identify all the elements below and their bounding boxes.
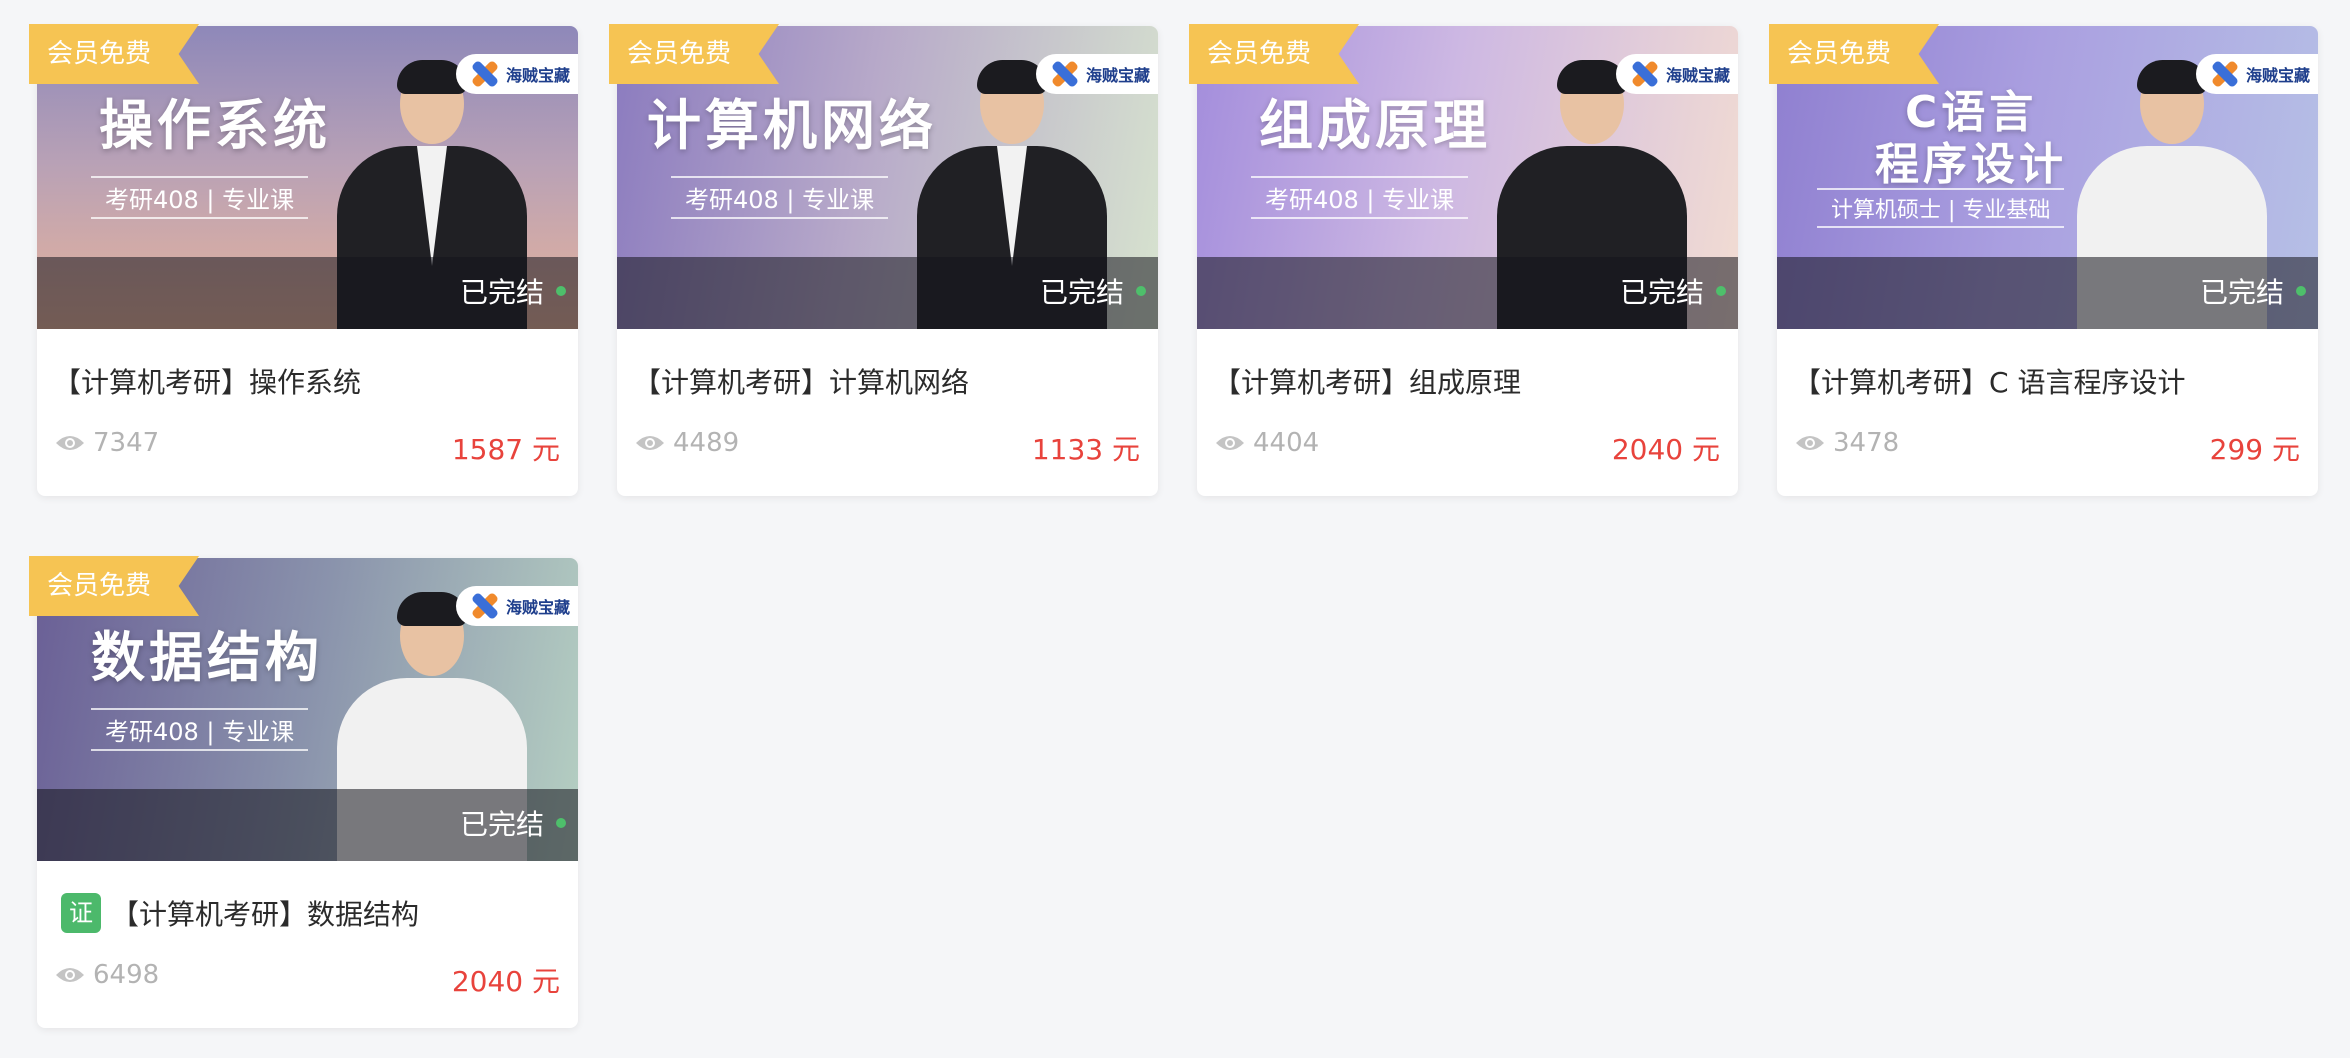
status-dot-icon (556, 818, 566, 828)
brand-logo-text: 海贼宝藏 (506, 66, 571, 85)
brand-logo-text: 海贼宝藏 (2246, 66, 2311, 85)
banner-subtitle: 考研408 | 专业课 (91, 708, 309, 751)
status-dot-icon (1716, 286, 1726, 296)
view-count-value: 3478 (1833, 428, 1900, 458)
view-count: 4489 (635, 428, 739, 458)
course-card-computer-networks[interactable]: 海贼宝藏 计算机网络 考研408 | 专业课 已完结 会员免费 【计算机考研】计… (609, 24, 1158, 496)
banner-subtitle: 考研408 | 专业课 (91, 176, 309, 219)
member-free-ribbon: 会员免费 (1769, 24, 1940, 84)
eye-icon (636, 436, 664, 450)
status-text: 已完结 (2199, 276, 2284, 309)
x-logo-mark-icon (468, 59, 502, 89)
eye-icon (56, 436, 84, 450)
status-bar: 已完结 (1197, 257, 1738, 329)
status-dot-icon (1136, 286, 1146, 296)
status-text: 已完结 (1619, 276, 1704, 309)
course-title-row[interactable]: 【计算机考研】计算机网络 (633, 361, 969, 401)
banner-title-line2: 程序设计 (1875, 139, 2067, 190)
status-bar: 已完结 (37, 789, 578, 861)
course-title[interactable]: 【计算机考研】组成原理 (1213, 361, 1521, 401)
course-title-row[interactable]: 【计算机考研】组成原理 (1213, 361, 1521, 401)
banner-subtitle: 考研408 | 专业课 (1251, 176, 1469, 219)
course-price: 2040 元 (1611, 433, 1720, 466)
brand-logo-text: 海贼宝藏 (1086, 66, 1151, 85)
course-price: 2040 元 (451, 965, 560, 998)
member-free-ribbon: 会员免费 (609, 24, 780, 84)
eye-icon (56, 968, 84, 982)
status-text: 已完结 (459, 276, 544, 309)
x-logo-mark-icon (1048, 59, 1082, 89)
banner-title: 计算机网络 (647, 94, 937, 157)
eye-icon (1796, 436, 1824, 450)
course-title[interactable]: 【计算机考研】C 语言程序设计 (1793, 361, 2185, 401)
x-logo-mark-icon (2208, 59, 2242, 89)
brand-logo: 海贼宝藏 (1616, 54, 1738, 94)
brand-logo-text: 海贼宝藏 (506, 598, 571, 617)
certificate-badge: 证 (61, 893, 101, 933)
banner-subtitle: 考研408 | 专业课 (671, 176, 889, 219)
view-count-value: 4489 (673, 428, 740, 458)
view-count: 7347 (55, 428, 159, 458)
course-title[interactable]: 【计算机考研】数据结构 (111, 893, 419, 933)
view-count: 6498 (55, 960, 159, 990)
member-free-ribbon: 会员免费 (1189, 24, 1360, 84)
brand-logo: 海贼宝藏 (1036, 54, 1158, 94)
brand-logo-text: 海贼宝藏 (1666, 66, 1731, 85)
brand-logo: 海贼宝藏 (456, 586, 578, 626)
brand-logo: 海贼宝藏 (456, 54, 578, 94)
banner-subtitle: 计算机硕士 | 专业基础 (1817, 188, 2065, 228)
course-title-row[interactable]: 证 【计算机考研】数据结构 (53, 893, 419, 933)
course-card-c-programming[interactable]: 海贼宝藏 C语言 程序设计 计算机硕士 | 专业基础 已完结 会员免费 【计算机… (1769, 24, 2318, 496)
eye-icon (1216, 436, 1244, 450)
view-count: 3478 (1795, 428, 1899, 458)
status-text: 已完结 (459, 808, 544, 841)
status-dot-icon (556, 286, 566, 296)
x-logo-mark-icon (468, 591, 502, 621)
banner-title: 组成原理 (1259, 94, 1491, 157)
course-card-computer-organization[interactable]: 海贼宝藏 组成原理 考研408 | 专业课 已完结 会员免费 【计算机考研】组成… (1189, 24, 1738, 496)
status-bar: 已完结 (37, 257, 578, 329)
course-card-operating-systems[interactable]: 海贼宝藏 操作系统 考研408 | 专业课 已完结 会员免费 【计算机考研】操作… (29, 24, 578, 496)
member-free-ribbon: 会员免费 (29, 556, 200, 616)
status-dot-icon (2296, 286, 2306, 296)
course-card-data-structures[interactable]: 海贼宝藏 数据结构 考研408 | 专业课 已完结 会员免费 证 【计算机考研】… (29, 556, 578, 1028)
view-count-value: 6498 (93, 960, 160, 990)
view-count: 4404 (1215, 428, 1319, 458)
status-bar: 已完结 (617, 257, 1158, 329)
course-title-row[interactable]: 【计算机考研】操作系统 (53, 361, 361, 401)
status-text: 已完结 (1039, 276, 1124, 309)
course-price: 1587 元 (451, 433, 560, 466)
course-title[interactable]: 【计算机考研】操作系统 (53, 361, 361, 401)
course-title[interactable]: 【计算机考研】计算机网络 (633, 361, 969, 401)
x-logo-mark-icon (1628, 59, 1662, 89)
status-bar: 已完结 (1777, 257, 2318, 329)
view-count-value: 7347 (93, 428, 160, 458)
course-title-row[interactable]: 【计算机考研】C 语言程序设计 (1793, 361, 2185, 401)
view-count-value: 4404 (1253, 428, 1320, 458)
banner-title: 操作系统 (99, 94, 331, 157)
course-price: 299 元 (2209, 433, 2300, 466)
course-grid: 海贼宝藏 操作系统 考研408 | 专业课 已完结 会员免费 【计算机考研】操作… (0, 0, 2350, 1058)
banner-title: 数据结构 (91, 626, 323, 689)
course-price: 1133 元 (1031, 433, 1140, 466)
brand-logo: 海贼宝藏 (2196, 54, 2318, 94)
member-free-ribbon: 会员免费 (29, 24, 200, 84)
